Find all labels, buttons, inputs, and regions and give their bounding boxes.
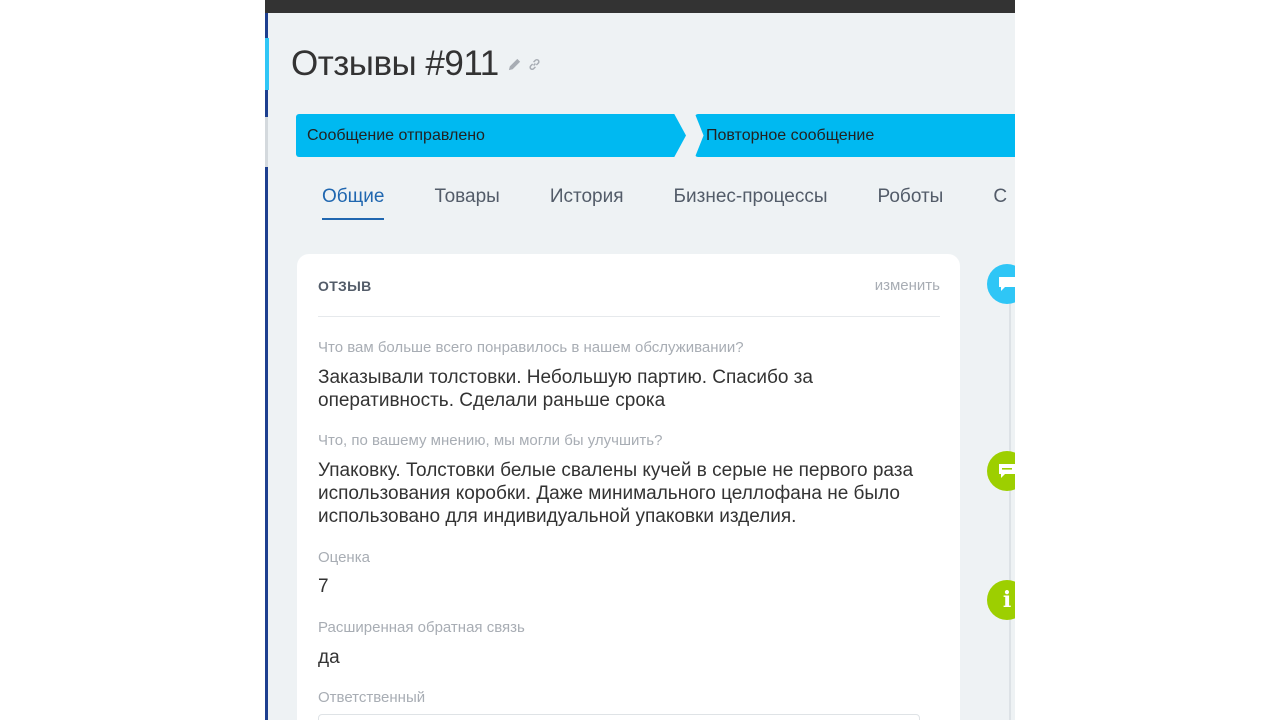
divider xyxy=(318,316,940,317)
info-icon[interactable]: i xyxy=(987,580,1015,620)
field-value: Упаковку. Толстовки белые свалены кучей … xyxy=(318,460,914,527)
comment-icon[interactable] xyxy=(987,264,1015,304)
tab-robots[interactable]: Роботы xyxy=(878,186,944,220)
tab-more[interactable]: С xyxy=(993,186,1007,220)
stage-label: Повторное сообщение xyxy=(706,126,875,144)
timeline-line xyxy=(1009,300,1011,720)
field-label: Что вам больше всего понравилось в нашем… xyxy=(318,339,744,356)
card-title: ОТЗЫВ xyxy=(318,278,372,294)
field-label: Расширенная обратная связь xyxy=(318,619,525,636)
chat-icon[interactable] xyxy=(987,451,1015,491)
title-row: Отзывы #911 xyxy=(291,44,542,84)
tab-history[interactable]: История xyxy=(550,186,624,220)
edit-link[interactable]: изменить xyxy=(875,277,940,294)
stage-message-sent[interactable]: Сообщение отправлено xyxy=(296,114,686,157)
page-title: Отзывы #911 xyxy=(291,44,499,83)
left-sidebar-accent xyxy=(265,38,269,90)
link-icon[interactable] xyxy=(527,57,542,72)
stage-label: Сообщение отправлено xyxy=(307,126,485,144)
pencil-icon[interactable] xyxy=(507,57,522,72)
tabs: Общие Товары История Бизнес-процессы Роб… xyxy=(322,186,1015,220)
field-label: Что, по вашему мнению, мы могли бы улучш… xyxy=(318,432,663,449)
stage-repeat-message[interactable]: Повторное сообщение xyxy=(695,114,1015,157)
field-value: да xyxy=(318,647,340,668)
tab-products[interactable]: Товары xyxy=(434,186,499,220)
field-label: Ответственный xyxy=(318,689,426,706)
left-sidebar-gap xyxy=(265,117,268,167)
info-glyph: i xyxy=(1002,587,1012,613)
tab-business-processes[interactable]: Бизнес-процессы xyxy=(674,186,828,220)
responsible-field[interactable] xyxy=(318,714,920,720)
crm-app: Отзывы #911 Сообщение отправлено Повторн… xyxy=(265,0,1015,720)
field-label: Оценка xyxy=(318,549,370,566)
tab-general[interactable]: Общие xyxy=(322,186,385,220)
rating-value: 7 xyxy=(318,576,329,597)
top-bar xyxy=(265,0,1015,13)
review-card: ОТЗЫВ изменить Что вам больше всего понр… xyxy=(297,254,960,720)
field-value: Заказывали толстовки. Небольшую партию. … xyxy=(318,367,813,411)
